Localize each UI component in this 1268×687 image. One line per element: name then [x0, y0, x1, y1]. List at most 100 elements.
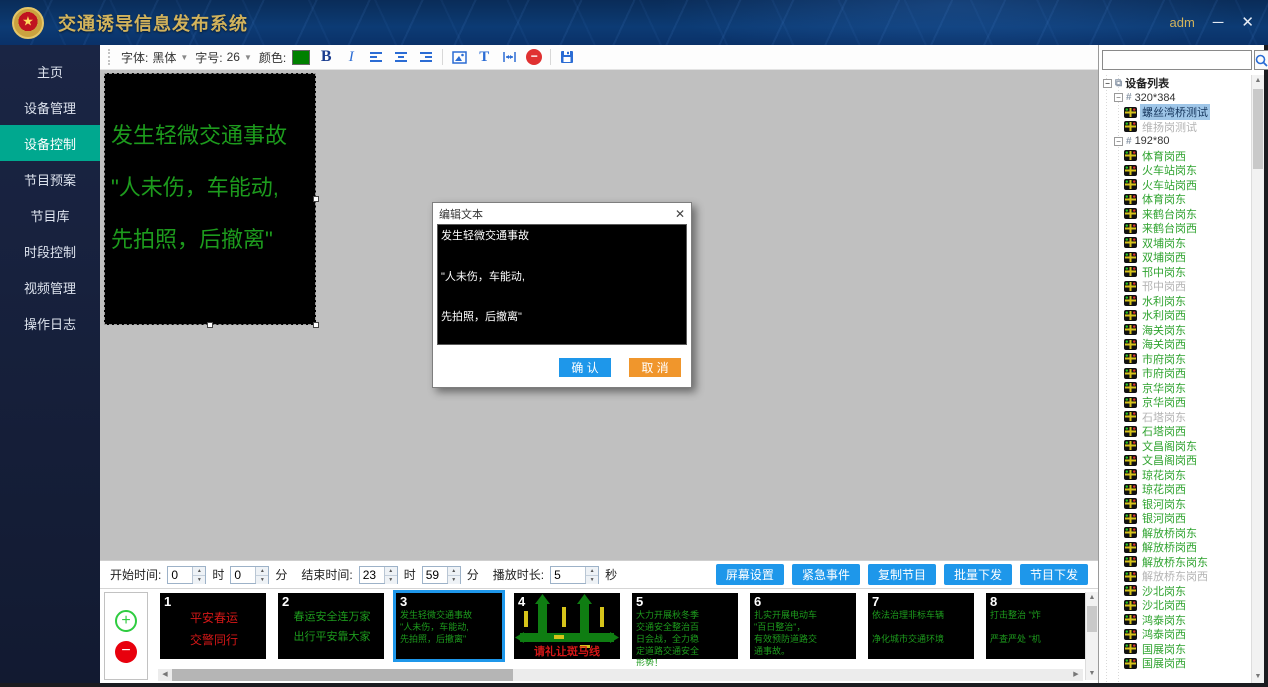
- tree-row[interactable]: − ⧉ # 沙北岗东: [1099, 584, 1251, 599]
- tree-row[interactable]: − ⧉ # 银河岗东: [1099, 497, 1251, 512]
- sidebar-item[interactable]: 视频管理: [0, 269, 100, 305]
- down-arrow-icon[interactable]: ▼: [448, 575, 460, 584]
- down-arrow-icon[interactable]: ▼: [193, 575, 205, 584]
- tree-row[interactable]: − ⧉ # 琼花岗东: [1099, 468, 1251, 483]
- scroll-up-icon[interactable]: ▲: [1086, 592, 1098, 604]
- tree-row[interactable]: − ⧉ # 320*384: [1099, 91, 1251, 106]
- bold-button[interactable]: B: [317, 48, 335, 66]
- tree-row[interactable]: − ⧉ # 鸿泰岗西: [1099, 627, 1251, 642]
- tree-row[interactable]: − ⧉ # 石塔岗西: [1099, 424, 1251, 439]
- frame-thumbnail[interactable]: 2 春运安全连万家 出行平安靠大家: [278, 593, 384, 659]
- delete-item-button[interactable]: −: [525, 48, 543, 66]
- tree-row[interactable]: − ⧉ # 琼花岗西: [1099, 482, 1251, 497]
- confirm-button[interactable]: 确 认: [559, 358, 611, 377]
- tree-row[interactable]: − ⧉ # 双埔岗西: [1099, 250, 1251, 265]
- tree-row[interactable]: − ⧉ # 市府岗西: [1099, 366, 1251, 381]
- tree-row[interactable]: − ⧉ # 体育岗西: [1099, 149, 1251, 164]
- action-button[interactable]: 节目下发: [1020, 564, 1088, 585]
- frame-thumbnail[interactable]: 7 依法治理非标车辆 净化城市交通环境: [868, 593, 974, 659]
- down-arrow-icon[interactable]: ▼: [586, 575, 598, 584]
- tree-row[interactable]: − ⧉ # 文昌阁岗西: [1099, 453, 1251, 468]
- frame-thumbnail[interactable]: 4: [514, 593, 620, 659]
- up-arrow-icon[interactable]: ▲: [193, 567, 205, 575]
- tree-row[interactable]: − ⧉ # 体育岗东: [1099, 192, 1251, 207]
- device-search-input[interactable]: [1102, 50, 1252, 70]
- end-minute-input[interactable]: [423, 567, 447, 583]
- sidebar-item[interactable]: 节目预案: [0, 161, 100, 197]
- up-arrow-icon[interactable]: ▲: [256, 567, 268, 575]
- scroll-up-icon[interactable]: ▲: [1252, 75, 1264, 87]
- sidebar-item[interactable]: 时段控制: [0, 233, 100, 269]
- action-button[interactable]: 屏幕设置: [716, 564, 784, 585]
- frame-thumbnail[interactable]: 6 扎实开展电动车 "百日整治"， 有效预防道路交 通事故。: [750, 593, 856, 659]
- tree-row[interactable]: − ⧉ # 邗中岗西: [1099, 279, 1251, 294]
- tree-row[interactable]: − ⧉ # 鸿泰岗东: [1099, 613, 1251, 628]
- collapse-icon[interactable]: −: [1103, 79, 1112, 88]
- sidebar-item[interactable]: 操作日志: [0, 305, 100, 341]
- sidebar-item[interactable]: 主页: [0, 53, 100, 89]
- down-arrow-icon[interactable]: ▼: [385, 575, 397, 584]
- add-frame-button[interactable]: +: [115, 610, 137, 632]
- sidebar-item[interactable]: 设备控制: [0, 125, 100, 161]
- tree-row[interactable]: − ⧉ # 国展岗西: [1099, 656, 1251, 671]
- sidebar-item[interactable]: 节目库: [0, 197, 100, 233]
- tree-row[interactable]: − ⧉ # 火车站岗西: [1099, 178, 1251, 193]
- font-size-select[interactable]: 字号: 26 ▼: [195, 49, 252, 66]
- frame-thumbnail[interactable]: 5 大力开展秋冬季 交通安全整治百 日会战，全力稳 定道路交通安全 形势！: [632, 593, 738, 659]
- search-button[interactable]: [1254, 50, 1268, 70]
- align-center-button[interactable]: [392, 48, 410, 66]
- end-hour-input[interactable]: [360, 567, 384, 583]
- tree-row[interactable]: − ⧉ # 192*80: [1099, 134, 1251, 149]
- tree-row[interactable]: − ⧉ # 来鹤台岗东: [1099, 207, 1251, 222]
- tree-row[interactable]: − ⧉ # 水利岗东: [1099, 294, 1251, 309]
- tree-row[interactable]: − ⧉ # 设备列表: [1099, 76, 1251, 91]
- color-swatch[interactable]: [292, 50, 310, 65]
- remove-frame-button[interactable]: −: [115, 641, 137, 663]
- tree-row[interactable]: − ⧉ # 解放桥东岗西: [1099, 569, 1251, 584]
- cancel-button[interactable]: 取 消: [629, 358, 681, 377]
- frame-thumbnail[interactable]: 8 打击整治 "炸 严查严处 "机: [986, 593, 1085, 659]
- scroll-down-icon[interactable]: ▼: [1252, 671, 1264, 683]
- tree-row[interactable]: − ⧉ # 市府岗东: [1099, 352, 1251, 367]
- resize-handle-bottom[interactable]: [207, 322, 213, 328]
- action-button[interactable]: 复制节目: [868, 564, 936, 585]
- collapse-icon[interactable]: −: [1114, 93, 1123, 102]
- tree-row[interactable]: − ⧉ # 维扬岗测试: [1099, 120, 1251, 135]
- tree-row[interactable]: − ⧉ # 邗中岗东: [1099, 265, 1251, 280]
- tree-scrollbar[interactable]: ▲ ▼: [1251, 75, 1264, 683]
- insert-image-button[interactable]: [450, 48, 468, 66]
- design-canvas[interactable]: 发生轻微交通事故 "人未伤，车能动, 先拍照，后撤离" 编辑文本 ✕ 发生轻微交…: [100, 70, 1098, 560]
- minimize-button[interactable]: ─: [1213, 15, 1224, 30]
- duration-input[interactable]: [551, 567, 585, 583]
- tree-row[interactable]: − ⧉ # 海关岗东: [1099, 323, 1251, 338]
- tree-row[interactable]: − ⧉ # 来鹤台岗西: [1099, 221, 1251, 236]
- tree-row[interactable]: − ⧉ # 双埔岗东: [1099, 236, 1251, 251]
- tree-row[interactable]: − ⧉ # 银河岗西: [1099, 511, 1251, 526]
- tree-row[interactable]: − ⧉ # 沙北岗西: [1099, 598, 1251, 613]
- save-button[interactable]: [558, 48, 576, 66]
- tree-row[interactable]: − ⧉ # 石塔岗东: [1099, 410, 1251, 425]
- up-arrow-icon[interactable]: ▲: [586, 567, 598, 575]
- tree-row[interactable]: − ⧉ # 国展岗东: [1099, 642, 1251, 657]
- led-screen-preview[interactable]: 发生轻微交通事故 "人未伤，车能动, 先拍照，后撤离": [104, 73, 316, 325]
- action-button[interactable]: 批量下发: [944, 564, 1012, 585]
- tree-row[interactable]: − ⧉ # 解放桥岗东: [1099, 526, 1251, 541]
- edit-text-area[interactable]: 发生轻微交通事故 "人未伤，车能动, 先拍照，后撤离": [437, 224, 687, 345]
- scroll-down-icon[interactable]: ▼: [1086, 668, 1098, 680]
- up-arrow-icon[interactable]: ▲: [385, 567, 397, 575]
- font-family-select[interactable]: 字体: 黑体 ▼: [121, 49, 188, 66]
- horizontal-scrollbar[interactable]: ◀ ▶: [158, 669, 1083, 681]
- frame-thumbnail[interactable]: 1 平安春运 交警同行: [160, 593, 266, 659]
- tree-row[interactable]: − ⧉ # 火车站岗东: [1099, 163, 1251, 178]
- stretch-fit-button[interactable]: [500, 48, 518, 66]
- scroll-right-icon[interactable]: ▶: [1069, 669, 1083, 681]
- scrollbar-thumb[interactable]: [172, 669, 513, 681]
- align-left-button[interactable]: [367, 48, 385, 66]
- scroll-left-icon[interactable]: ◀: [158, 669, 172, 681]
- tree-row[interactable]: − ⧉ # 螺丝湾桥测试: [1099, 105, 1251, 120]
- sidebar-item[interactable]: 设备管理: [0, 89, 100, 125]
- up-arrow-icon[interactable]: ▲: [448, 567, 460, 575]
- italic-button[interactable]: I: [342, 48, 360, 66]
- frame-thumbnail[interactable]: 3 发生轻微交通事故 "人未伤，车能动, 先拍照，后撤离": [396, 593, 502, 659]
- tree-row[interactable]: − ⧉ # 解放桥岗西: [1099, 540, 1251, 555]
